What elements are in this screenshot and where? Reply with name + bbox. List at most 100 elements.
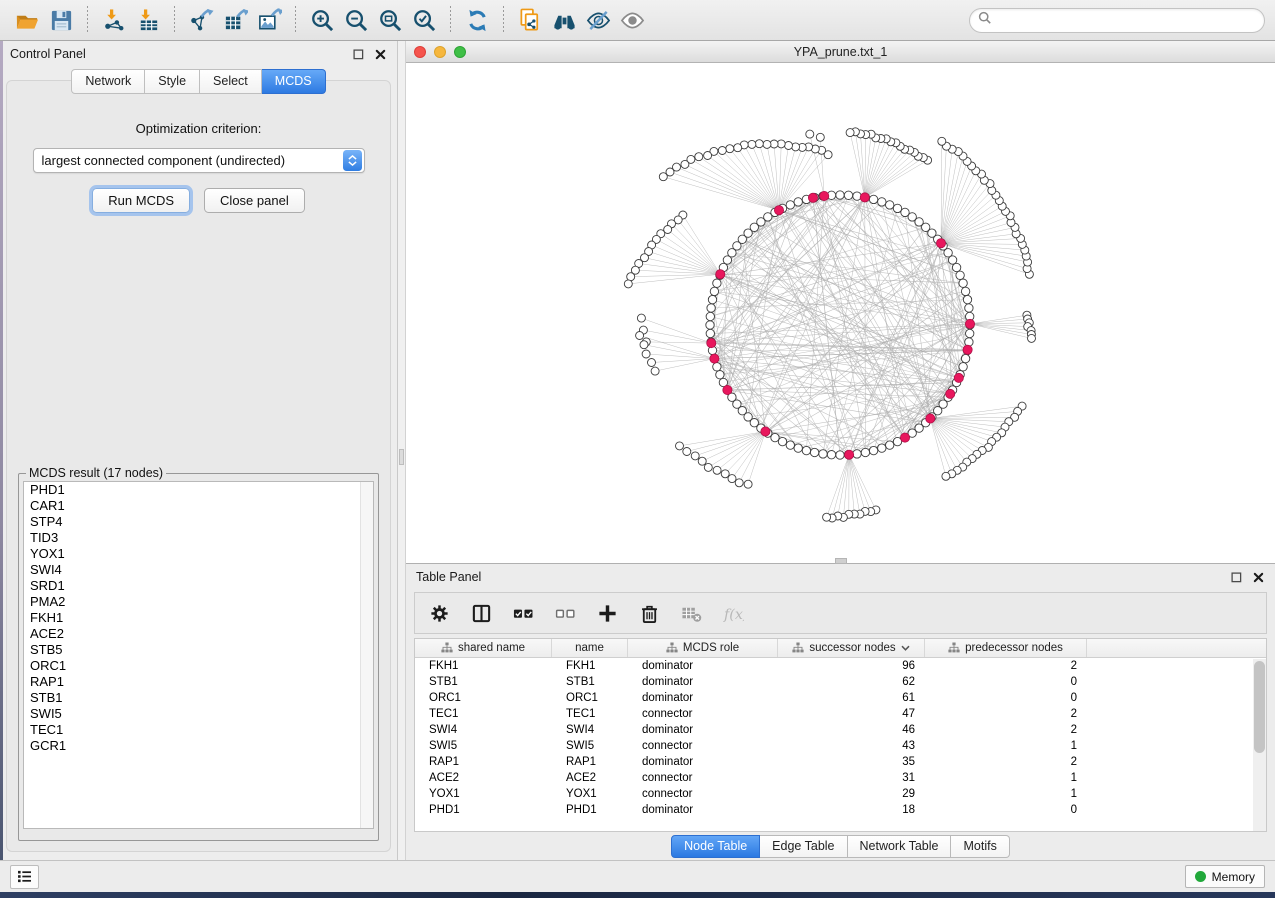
table-row[interactable]: SWI4SWI4dominator462: [415, 722, 1266, 738]
panel-splitter[interactable]: [398, 41, 406, 860]
import-network-button[interactable]: [97, 4, 131, 36]
network-graph[interactable]: [406, 63, 1275, 563]
table-cell[interactable]: TEC1: [552, 706, 628, 722]
table-cell[interactable]: 47: [778, 706, 925, 722]
add-column-button[interactable]: [595, 601, 619, 625]
zoom-fit-button[interactable]: [373, 4, 407, 36]
column-header-name[interactable]: name: [552, 639, 628, 657]
table-cell[interactable]: 1: [925, 786, 1087, 802]
table-cell[interactable]: YOX1: [415, 786, 552, 802]
tab-network-table[interactable]: Network Table: [848, 835, 952, 858]
refresh-layout-button[interactable]: [460, 4, 494, 36]
table-cell[interactable]: connector: [628, 738, 778, 754]
memory-button[interactable]: Memory: [1185, 865, 1265, 888]
splitter-grip[interactable]: [399, 449, 404, 465]
deselect-all-rows-button[interactable]: [553, 601, 577, 625]
column-settings-gear-button[interactable]: [427, 601, 451, 625]
mcds-result-item[interactable]: PMA2: [24, 594, 373, 610]
mcds-result-item[interactable]: STP4: [24, 514, 373, 530]
mcds-result-list[interactable]: PHD1CAR1STP4TID3YOX1SWI4SRD1PMA2FKH1ACE2…: [23, 481, 374, 829]
mcds-result-item[interactable]: SWI5: [24, 706, 373, 722]
select-all-rows-button[interactable]: [511, 601, 535, 625]
table-cell[interactable]: 0: [925, 674, 1087, 690]
table-cell[interactable]: STB1: [552, 674, 628, 690]
mcds-result-item[interactable]: YOX1: [24, 546, 373, 562]
table-cell[interactable]: 61: [778, 690, 925, 706]
table-row[interactable]: FKH1FKH1dominator962: [415, 658, 1266, 674]
table-cell[interactable]: 1: [925, 738, 1087, 754]
optimization-criterion-select[interactable]: largest connected component (undirected): [33, 148, 365, 173]
table-row[interactable]: PHD1PHD1dominator180: [415, 802, 1266, 818]
column-header-MCDS-role[interactable]: MCDS role: [628, 639, 778, 657]
table-cell[interactable]: 1: [925, 770, 1087, 786]
hide-network-button[interactable]: [581, 4, 615, 36]
table-cell[interactable]: connector: [628, 706, 778, 722]
table-cell[interactable]: dominator: [628, 754, 778, 770]
table-cell[interactable]: ACE2: [415, 770, 552, 786]
task-history-button[interactable]: [10, 865, 39, 889]
table-row[interactable]: STB1STB1dominator620: [415, 674, 1266, 690]
mcds-result-item[interactable]: TEC1: [24, 722, 373, 738]
table-cell[interactable]: dominator: [628, 658, 778, 674]
share-document-button[interactable]: [513, 4, 547, 36]
table-row[interactable]: SWI5SWI5connector431: [415, 738, 1266, 754]
mcds-result-item[interactable]: TID3: [24, 530, 373, 546]
mcds-result-item[interactable]: SWI4: [24, 562, 373, 578]
table-cell[interactable]: 0: [925, 690, 1087, 706]
table-cell[interactable]: 31: [778, 770, 925, 786]
column-header-shared-name[interactable]: shared name: [415, 639, 552, 657]
mcds-result-item[interactable]: FKH1: [24, 610, 373, 626]
table-cell[interactable]: YOX1: [552, 786, 628, 802]
table-cell[interactable]: 35: [778, 754, 925, 770]
table-cell[interactable]: 2: [925, 754, 1087, 770]
table-cell[interactable]: 2: [925, 658, 1087, 674]
table-cell[interactable]: RAP1: [552, 754, 628, 770]
mcds-result-item[interactable]: ORC1: [24, 658, 373, 674]
mcds-result-item[interactable]: CAR1: [24, 498, 373, 514]
table-cell[interactable]: 2: [925, 706, 1087, 722]
open-file-button[interactable]: [10, 4, 44, 36]
float-window-icon[interactable]: [352, 48, 365, 61]
table-cell[interactable]: dominator: [628, 674, 778, 690]
mcds-result-item[interactable]: GCR1: [24, 738, 373, 754]
tab-style[interactable]: Style: [145, 69, 200, 94]
table-cell[interactable]: SWI5: [415, 738, 552, 754]
network-table-splitter-grip[interactable]: [835, 558, 847, 564]
export-network-button[interactable]: [184, 4, 218, 36]
table-cell[interactable]: RAP1: [415, 754, 552, 770]
search-input[interactable]: [997, 13, 1256, 27]
tab-node-table[interactable]: Node Table: [671, 835, 760, 858]
zoom-selected-button[interactable]: [407, 4, 441, 36]
table-row[interactable]: RAP1RAP1dominator352: [415, 754, 1266, 770]
table-cell[interactable]: dominator: [628, 722, 778, 738]
mcds-result-item[interactable]: STB1: [24, 690, 373, 706]
tab-select[interactable]: Select: [200, 69, 262, 94]
search-binoculars-button[interactable]: [547, 4, 581, 36]
tab-network[interactable]: Network: [71, 69, 145, 94]
table-cell[interactable]: 2: [925, 722, 1087, 738]
close-panel-button[interactable]: Close panel: [204, 188, 305, 213]
table-row[interactable]: TEC1TEC1connector472: [415, 706, 1266, 722]
zoom-in-button[interactable]: [305, 4, 339, 36]
table-cell[interactable]: 43: [778, 738, 925, 754]
save-session-button[interactable]: [44, 4, 78, 36]
column-header-successor-nodes[interactable]: successor nodes: [778, 639, 925, 657]
table-cell[interactable]: SWI4: [552, 722, 628, 738]
tab-motifs[interactable]: Motifs: [951, 835, 1009, 858]
close-panel-icon[interactable]: [374, 48, 387, 61]
table-cell[interactable]: 96: [778, 658, 925, 674]
mcds-result-item[interactable]: PHD1: [24, 482, 373, 498]
table-cell[interactable]: dominator: [628, 802, 778, 818]
table-row[interactable]: YOX1YOX1connector291: [415, 786, 1266, 802]
table-cell[interactable]: 18: [778, 802, 925, 818]
table-cell[interactable]: ACE2: [552, 770, 628, 786]
table-row[interactable]: ACE2ACE2connector311: [415, 770, 1266, 786]
show-network-button[interactable]: [615, 4, 649, 36]
mcds-result-item[interactable]: SRD1: [24, 578, 373, 594]
table-cell[interactable]: ORC1: [415, 690, 552, 706]
table-cell[interactable]: PHD1: [552, 802, 628, 818]
table-cell[interactable]: 62: [778, 674, 925, 690]
table-cell[interactable]: SWI5: [552, 738, 628, 754]
mcds-result-item[interactable]: RAP1: [24, 674, 373, 690]
show-columns-button[interactable]: [469, 601, 493, 625]
